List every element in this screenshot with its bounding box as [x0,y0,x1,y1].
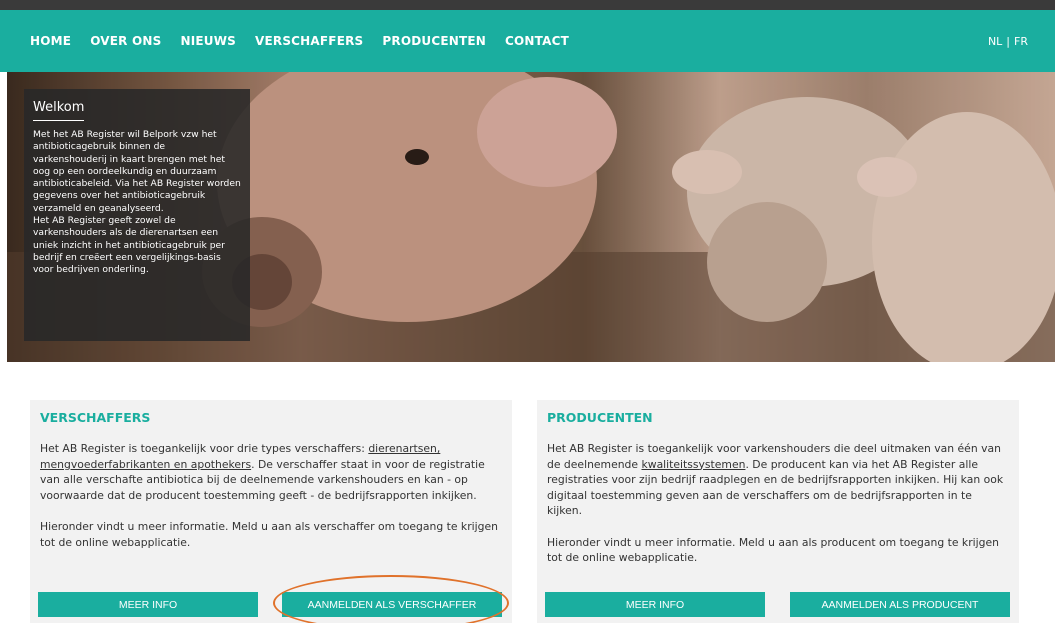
nav-over-ons[interactable]: OVER ONS [90,34,161,48]
verschaffers-title: VERSCHAFFERS [40,410,151,425]
verschaffers-info: Hieronder vindt u meer informatie. Meld … [40,520,498,549]
producenten-intro: Het AB Register is toegankelijk voor var… [547,441,1009,519]
aanmelden-producent-button[interactable]: AANMELDEN ALS PRODUCENT [790,592,1010,617]
nav-nieuws[interactable]: NIEUWS [180,34,236,48]
lang-nl[interactable]: NL [988,35,1002,48]
top-strip [0,0,1055,10]
kwaliteitssystemen-link[interactable]: kwaliteitssystemen [641,458,745,471]
nav-verschaffers[interactable]: VERSCHAFFERS [255,34,363,48]
verschaffers-panel: VERSCHAFFERS Het AB Register is toeganke… [30,400,512,623]
welcome-title: Welkom [33,100,85,121]
welcome-box: Welkom Met het AB Register wil Belpork v… [24,89,250,341]
verschaffers-intro-start: Het AB Register is toegankelijk voor dri… [40,442,369,455]
nav-contact[interactable]: CONTACT [505,34,569,48]
aanmelden-verschaffer-button[interactable]: AANMELDEN ALS VERSCHAFFER [282,592,502,617]
producenten-title: PRODUCENTEN [547,410,653,425]
verschaffers-meer-info-button[interactable]: MEER INFO [38,592,258,617]
welcome-text: Met het AB Register wil Belpork vzw het … [33,129,241,276]
lang-fr[interactable]: FR [1014,35,1028,48]
main-nav: HOME OVER ONS NIEUWS VERSCHAFFERS PRODUC… [0,10,1055,72]
nav-home[interactable]: HOME [30,34,71,48]
verschaffers-intro: Het AB Register is toegankelijk voor dri… [40,441,502,503]
language-switch: NL | FR [988,10,1028,72]
nav-producenten[interactable]: PRODUCENTEN [382,34,486,48]
producenten-meer-info-button[interactable]: MEER INFO [545,592,765,617]
producenten-panel: PRODUCENTEN Het AB Register is toegankel… [537,400,1019,623]
lang-separator: | [1006,34,1011,48]
producenten-info: Hieronder vindt u meer informatie. Meld … [547,535,999,565]
